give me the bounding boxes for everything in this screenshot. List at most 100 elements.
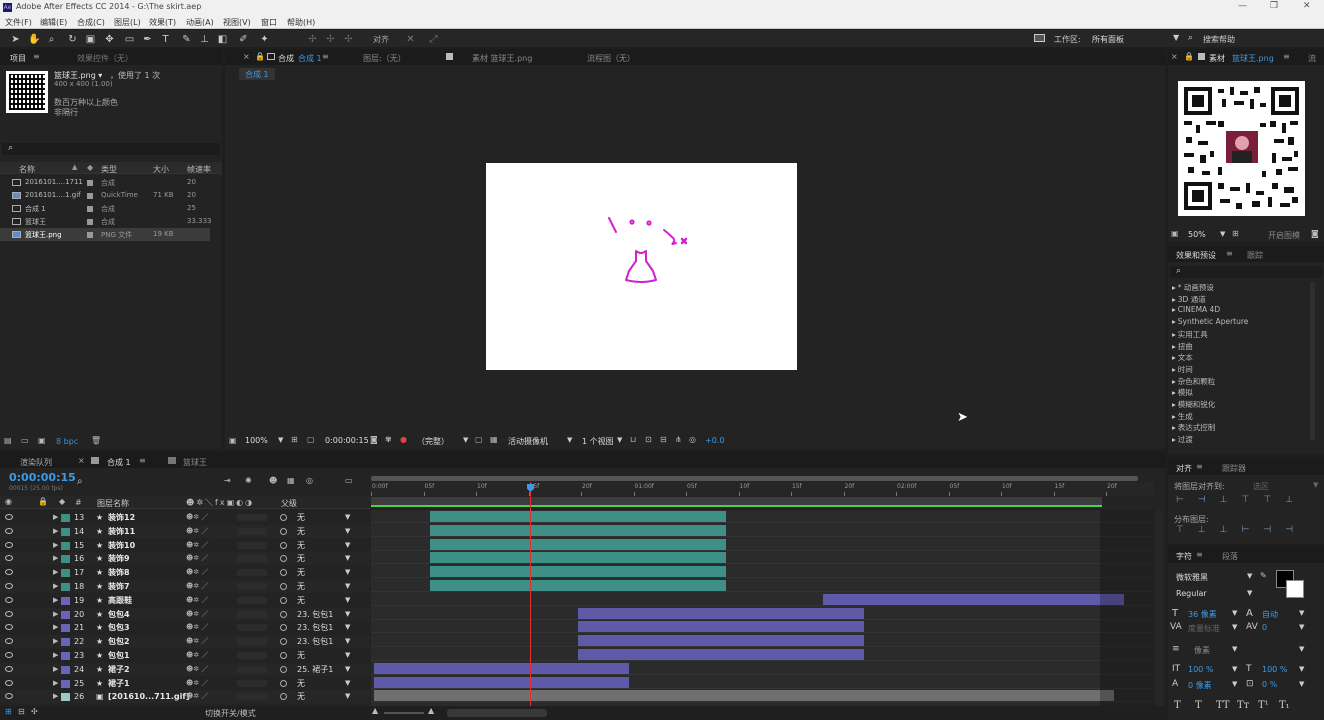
align-label[interactable]: 对齐 [373,34,389,45]
disclosure-triangle-icon[interactable]: ▸ [1172,365,1176,374]
expand-arrow-icon[interactable]: ▶ [53,690,58,703]
mode-boxes[interactable] [237,610,267,618]
tsume-chevron-down-icon[interactable]: ▼ [1299,680,1304,688]
parent-dropdown[interactable]: 23. 包包1 [297,621,333,634]
panel-menu-icon[interactable]: ≡ [1283,52,1290,61]
pickwhip-icon[interactable] [280,583,287,590]
layer-label-color[interactable] [61,693,70,702]
fast-preview-icon[interactable]: ⊡ [645,435,652,444]
expand-arrow-icon[interactable]: ▶ [53,663,58,676]
layer-duration-bar[interactable] [430,566,726,578]
close-tab-icon[interactable]: × [78,456,85,465]
vertical-scale-chevron-down-icon[interactable]: ▼ [1232,665,1237,673]
horizontal-scale-value[interactable]: 100 % [1262,665,1287,674]
project-item[interactable]: 篮球王.png PNG 文件 19 KB [0,228,210,241]
effects-category[interactable]: ▸ Synthetic Aperture [1172,317,1248,328]
tab-tracker[interactable]: 跟踪 [1247,250,1263,261]
effects-category[interactable]: ▸ 生成 [1172,411,1193,422]
snapshot-icon[interactable]: ▣ [229,436,237,445]
reset-exposure-icon[interactable]: ◎ [689,435,696,444]
close-button[interactable]: ✕ [1303,1,1311,11]
align-target-chevron-down-icon[interactable]: ▼ [1313,481,1318,489]
layer-name[interactable]: 裙子1 [108,677,130,690]
disclosure-triangle-icon[interactable]: ▸ [1172,305,1176,314]
expand-arrow-icon[interactable]: ▶ [53,539,58,552]
layer-label-color[interactable] [61,638,70,647]
tracking-value[interactable]: 0 [1262,623,1267,632]
parent-chevron-down-icon[interactable]: ▼ [345,566,350,579]
effects-category[interactable]: ▸ 扭曲 [1172,341,1193,352]
footage-zoom-dropdown[interactable]: 50% [1188,230,1206,239]
current-timecode[interactable]: 0:00:00:15 [9,471,76,484]
layer-label-color[interactable] [61,514,70,522]
visibility-eye-icon[interactable] [5,514,13,520]
project-search-input[interactable]: ⌕ [2,143,220,155]
draft-3d-icon[interactable]: ✺ [245,476,252,485]
kerning-chevron-down-icon[interactable]: ▼ [1232,623,1237,631]
mode-boxes[interactable] [237,569,267,577]
disclosure-triangle-icon[interactable]: ▸ [1172,435,1176,444]
pickwhip-icon[interactable] [280,679,287,687]
menu-window[interactable]: 窗口 [261,17,277,28]
search-help-input[interactable]: 搜索帮助 [1203,34,1235,45]
menu-view[interactable]: 视图(V) [223,17,251,28]
parent-chevron-down-icon[interactable]: ▼ [345,539,350,552]
col-type[interactable]: 类型 [101,164,117,175]
pickwhip-icon[interactable] [280,693,287,701]
views-dropdown[interactable]: 1 个视图 [582,436,614,447]
parent-dropdown[interactable]: 23. 包包1 [297,635,333,648]
search-help-icon[interactable]: ⌕ [1188,33,1193,43]
layer-duration-bar[interactable] [578,621,864,633]
visibility-eye-icon[interactable] [5,569,13,576]
bpc-label[interactable]: 8 bpc [56,437,78,446]
mode-boxes[interactable] [237,514,267,521]
leading-chevron-down-icon[interactable]: ▼ [1299,609,1304,617]
zoom-out-icon[interactable]: ▲ [372,706,378,715]
timeline-icon[interactable]: ⊟ [660,435,667,444]
tab-render-queue[interactable]: 渲染队列 [20,457,52,468]
timeline-scrollbar[interactable] [1155,510,1163,706]
viewer-timecode[interactable]: 0:00:00:15 [325,436,369,445]
layer-label-color[interactable] [61,569,70,578]
mode-boxes[interactable] [237,624,267,632]
stroke-order-dropdown[interactable]: ▼ [1299,645,1304,653]
layer-label-color[interactable] [61,652,70,660]
flowchart-icon[interactable]: ⋔ [675,435,682,444]
safe-margins-icon[interactable]: ⊞ [291,435,298,444]
track-area[interactable] [371,510,1154,706]
type-tool-icon[interactable]: T [160,34,171,45]
tab-flowchart-small[interactable]: 流 [1308,53,1316,64]
layer-duration-bar[interactable] [430,524,726,536]
pickwhip-icon[interactable] [280,610,287,618]
trash-icon[interactable]: 🗑 [91,436,101,445]
mode-boxes[interactable] [237,555,267,563]
disclosure-triangle-icon[interactable]: ▸ [1172,423,1176,432]
menu-file[interactable]: 文件(F) [5,17,32,28]
zoom-in-icon[interactable]: ▲ [428,706,434,715]
layer-label-color[interactable] [61,665,70,674]
workspace-chevron-down-icon[interactable]: ▼ [1173,33,1179,42]
pen-tool-icon[interactable]: ✒ [142,34,153,45]
layer-row[interactable]: ▶ 24 ★ 裙子2 ☻✲ ／ 25. 裙子1 ▼ [0,662,370,676]
expand-arrow-icon[interactable]: ▶ [53,552,58,565]
mask-visibility-icon[interactable]: ▢ [307,435,315,444]
horizontal-scale-chevron-down-icon[interactable]: ▼ [1299,665,1304,673]
layer-duration-bar[interactable] [430,511,726,522]
layer-row[interactable]: ▶ 19 ★ 高跟鞋 ☻✲ ／ 无 ▼ [0,593,370,607]
pickwhip-icon[interactable] [280,624,287,632]
layer-name[interactable]: 装饰7 [108,580,130,593]
tab-footage[interactable]: 素材 篮球王.png [472,53,532,64]
minimize-button[interactable]: — [1238,1,1247,11]
layer-switches[interactable]: ☻✲ ／ [186,663,208,676]
layer-row[interactable]: ▶ 26 ▣ [201610...711.gif] ☻✲ ／ 无 ▼ [0,690,370,704]
lock-icon[interactable]: 🔒 [1184,52,1194,61]
parent-dropdown[interactable]: 无 [297,594,305,607]
stroke-color-swatch[interactable] [1286,580,1304,598]
tracking-chevron-down-icon[interactable]: ▼ [1299,623,1304,631]
layer-switches[interactable]: ☻✲ ／ [186,552,208,565]
parent-dropdown[interactable]: 无 [297,580,305,593]
layer-name[interactable]: 包包4 [108,608,130,621]
camera-snapshot-icon[interactable]: ◙ [1311,229,1319,238]
layer-switches[interactable]: ☻✲ ／ [186,621,208,634]
roto-brush-tool-icon[interactable]: ✐ [238,34,249,45]
